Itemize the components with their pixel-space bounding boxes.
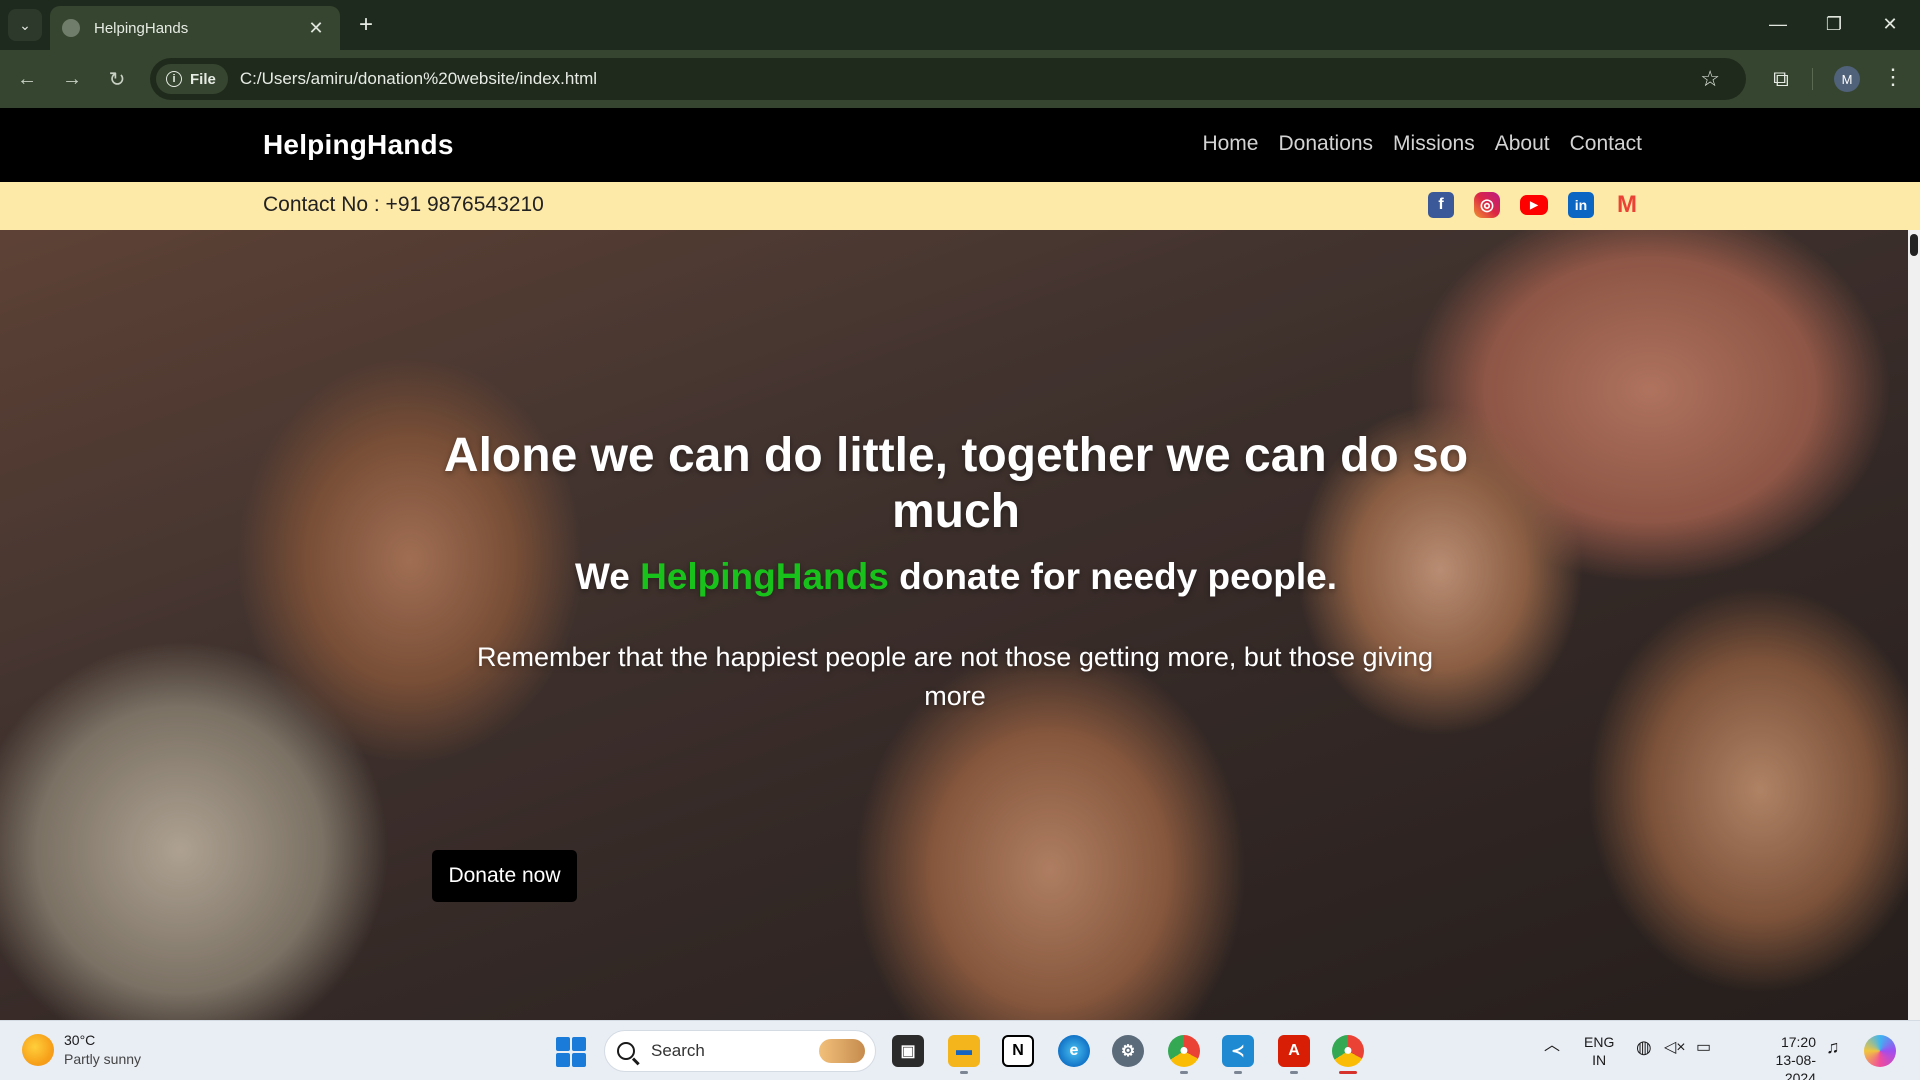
globe-icon	[62, 19, 80, 37]
running-indicator	[1180, 1071, 1188, 1074]
running-indicator	[960, 1071, 968, 1074]
notification-bell-icon[interactable]: ♫	[1826, 1037, 1840, 1058]
battery-icon[interactable]: ▭	[1696, 1037, 1711, 1057]
windows-taskbar: 30°C Partly sunny Search ▣ ▬ N e ⚙ ● ≺ A…	[0, 1020, 1920, 1080]
scrollbar-thumb[interactable]	[1910, 234, 1918, 256]
page-viewport: HelpingHands Home Donations Missions Abo…	[0, 108, 1920, 1020]
active-indicator	[1339, 1071, 1357, 1074]
taskbar-search[interactable]: Search	[604, 1030, 876, 1072]
chrome-profile-icon[interactable]: ●	[1168, 1035, 1200, 1067]
close-window-icon[interactable]: ✕	[1870, 8, 1910, 40]
search-label: Search	[651, 1041, 705, 1060]
nav-home[interactable]: Home	[1202, 132, 1258, 156]
youtube-icon[interactable]: ▶	[1520, 195, 1548, 215]
chrome-active-icon[interactable]: ●	[1332, 1035, 1364, 1067]
extensions-puzzle-icon[interactable]: ⧉	[1766, 64, 1796, 94]
gmail-icon[interactable]: M	[1614, 191, 1640, 218]
tray-overflow-chevron-icon[interactable]: ︿	[1544, 1031, 1560, 1055]
toolbar-divider	[1812, 68, 1813, 90]
info-icon: i	[166, 71, 182, 87]
hero-quote: Remember that the happiest people are no…	[476, 642, 1434, 711]
profile-avatar[interactable]: M	[1834, 66, 1860, 92]
browser-tab-strip: ⌄ HelpingHands ✕ + — ❐ ✕	[0, 0, 1920, 50]
hero-title: Alone we can do little, together we can …	[443, 429, 1469, 538]
site-navbar: HelpingHands Home Donations Missions Abo…	[0, 108, 1920, 182]
site-info-chip[interactable]: i File	[156, 64, 228, 94]
tab-close-icon[interactable]: ✕	[304, 18, 328, 39]
forward-icon[interactable]: →	[57, 64, 87, 94]
running-indicator	[1290, 1071, 1298, 1074]
donate-now-button[interactable]: Donate now	[432, 850, 577, 902]
url-text[interactable]: C:/Users/amiru/donation%20website/index.…	[240, 69, 597, 89]
weather-temperature: 30°C	[64, 1032, 96, 1048]
running-indicator	[1234, 1071, 1242, 1074]
weather-widget[interactable]: 30°C Partly sunny	[22, 1031, 141, 1069]
hero-subtitle-prefix: We	[574, 556, 630, 597]
nav-menu: Home Donations Missions About Contact	[1202, 132, 1642, 156]
hero-subtitle-suffix: donate for needy people.	[899, 556, 1338, 597]
task-view-icon[interactable]: ▣	[892, 1035, 924, 1067]
hero-section: Alone we can do little, together we can …	[0, 230, 1908, 1020]
linkedin-icon[interactable]: in	[1568, 192, 1594, 218]
clock-date: 13-08-2024	[1775, 1052, 1816, 1080]
language-code: ENG	[1584, 1034, 1615, 1050]
instagram-icon[interactable]: ◎	[1474, 192, 1500, 218]
tab-search-chevron-icon[interactable]: ⌄	[8, 9, 42, 41]
menu-kebab-icon[interactable]: ⋮	[1880, 64, 1906, 90]
new-tab-button[interactable]: +	[352, 11, 380, 39]
acrobat-icon[interactable]: A	[1278, 1035, 1310, 1067]
back-icon[interactable]: ←	[12, 64, 42, 94]
system-clock[interactable]: 17:20 13-08-2024	[1752, 1033, 1816, 1080]
tab-title: HelpingHands	[94, 19, 189, 37]
copilot-icon[interactable]	[1864, 1035, 1896, 1067]
contact-bar: Contact No : +91 9876543210 f ◎ ▶ in M	[0, 182, 1920, 230]
partly-sunny-icon	[22, 1034, 54, 1066]
hero-subtitle-brand: HelpingHands	[640, 556, 889, 597]
region-code: IN	[1592, 1052, 1607, 1068]
search-icon	[617, 1042, 635, 1060]
site-logo[interactable]: HelpingHands	[263, 129, 454, 161]
hero-subtitle: We HelpingHands donate for needy people.	[420, 556, 1492, 598]
restore-icon[interactable]: ❐	[1814, 8, 1854, 40]
nav-contact[interactable]: Contact	[1570, 132, 1642, 156]
hero-image-children	[0, 230, 1908, 1020]
vscode-icon[interactable]: ≺	[1222, 1035, 1254, 1067]
file-explorer-icon[interactable]: ▬	[948, 1035, 980, 1067]
address-bar[interactable]: i File C:/Users/amiru/donation%20website…	[150, 58, 1746, 100]
search-highlight-art	[819, 1039, 865, 1063]
windows-start-icon[interactable]	[556, 1037, 586, 1067]
settings-gear-icon[interactable]: ⚙	[1112, 1035, 1144, 1067]
page-scrollbar[interactable]	[1908, 230, 1920, 1020]
contact-number: Contact No : +91 9876543210	[263, 193, 544, 216]
browser-tab[interactable]: HelpingHands ✕	[50, 6, 340, 50]
nav-missions[interactable]: Missions	[1393, 132, 1475, 156]
edge-icon[interactable]: e	[1058, 1035, 1090, 1067]
social-links: f ◎ ▶ in M	[1428, 191, 1640, 218]
minimize-icon[interactable]: —	[1758, 8, 1798, 40]
nav-donations[interactable]: Donations	[1278, 132, 1373, 156]
facebook-icon[interactable]: f	[1428, 192, 1454, 218]
clock-time: 17:20	[1780, 1034, 1816, 1050]
nav-about[interactable]: About	[1495, 132, 1550, 156]
weather-text: 30°C Partly sunny	[64, 1031, 141, 1069]
reload-icon[interactable]: ↻	[102, 64, 132, 94]
bookmark-star-icon[interactable]: ☆	[1700, 66, 1720, 92]
notion-icon[interactable]: N	[1002, 1035, 1034, 1067]
weather-condition: Partly sunny	[64, 1051, 142, 1067]
language-indicator[interactable]: ENG IN	[1584, 1033, 1614, 1069]
site-info-label: File	[190, 70, 216, 88]
browser-toolbar: ← → ↻ i File C:/Users/amiru/donation%20w…	[0, 50, 1920, 108]
volume-muted-icon[interactable]: ◁×	[1664, 1037, 1686, 1057]
network-globe-icon[interactable]: ◍	[1636, 1037, 1652, 1058]
